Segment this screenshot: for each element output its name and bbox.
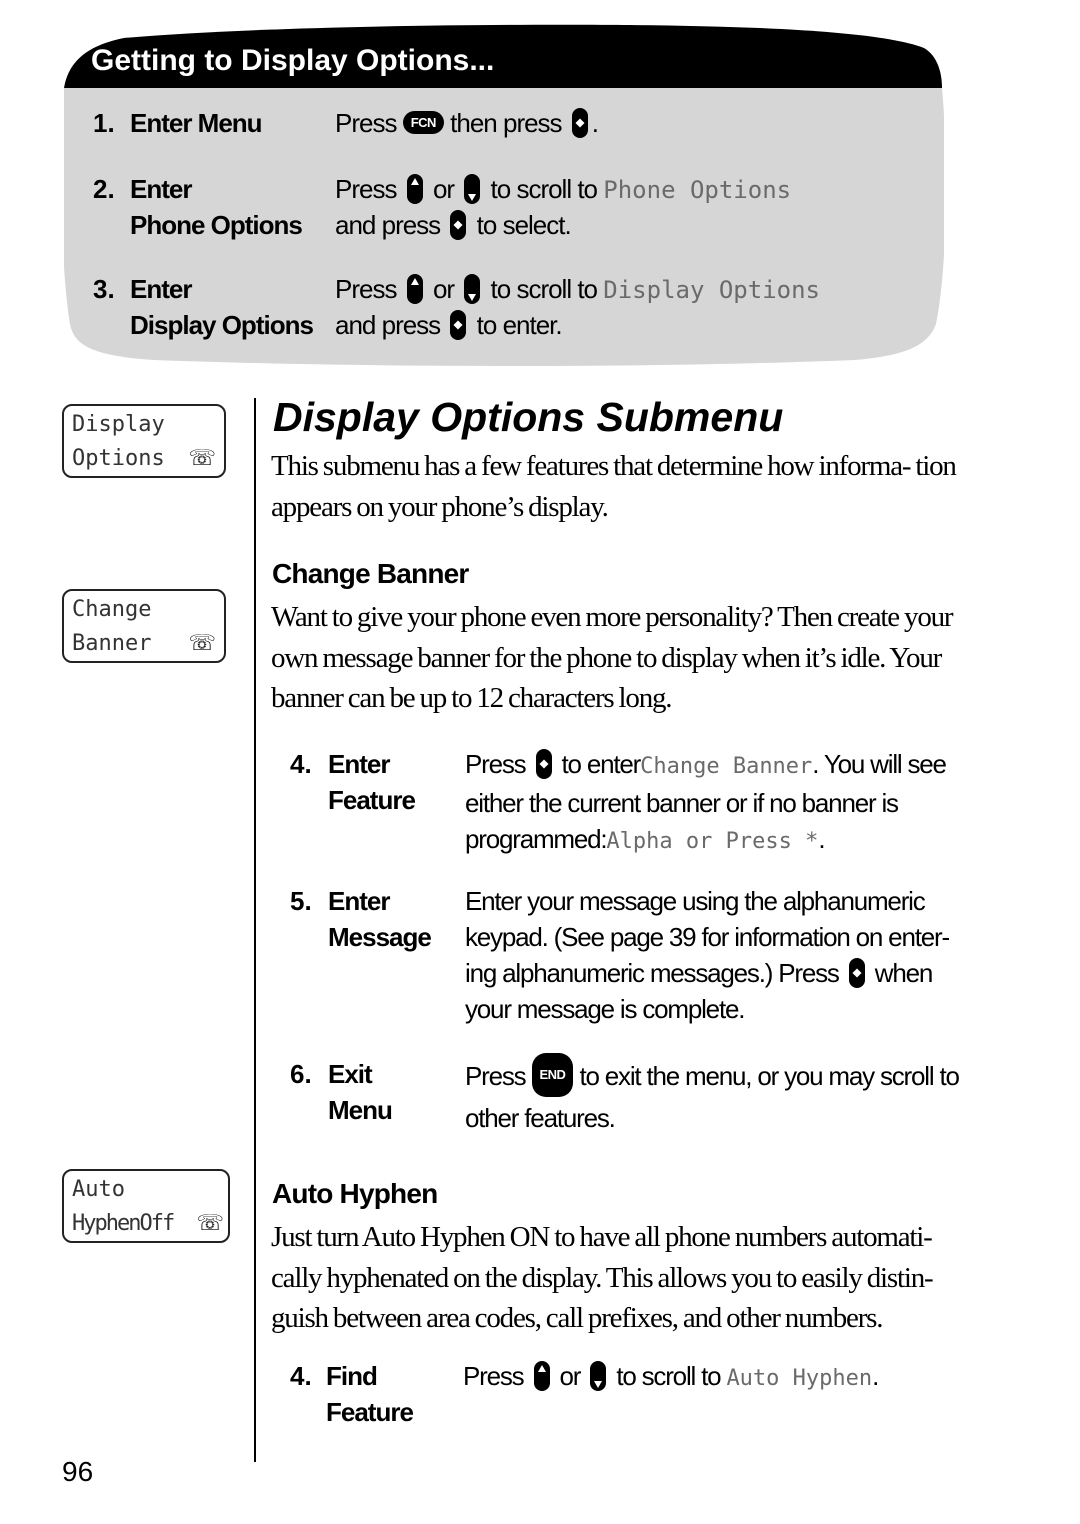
instruction-text: then press xyxy=(450,108,562,138)
instruction-text: . xyxy=(818,824,825,854)
instruction-text: Press xyxy=(335,108,397,138)
scroll-up-key-icon xyxy=(406,274,423,305)
step-number: 4. xyxy=(290,749,312,779)
lcd-display-display-options: Display Options ☏ xyxy=(62,404,226,478)
menu-key-icon xyxy=(571,108,588,139)
step-label: Enter xyxy=(328,886,390,916)
step-instruction-line2: and press to enter. xyxy=(335,310,563,342)
getting-to-title: Getting to Display Options... xyxy=(91,44,495,77)
getting-to-box: Getting to Display Options... 1. Enter M… xyxy=(64,24,944,366)
instruction-text: to scroll to xyxy=(490,174,598,204)
scroll-down-key-icon xyxy=(590,1361,607,1392)
instruction-text: and press xyxy=(335,310,441,340)
step-label: Enter Menu xyxy=(130,108,263,138)
page-title: Display Options Submenu xyxy=(273,394,784,440)
step-instruction: Press or to scroll to Phone Options xyxy=(335,174,791,206)
end-key-icon: END xyxy=(531,1053,574,1097)
instruction-text: Press xyxy=(465,749,527,779)
lcd-line-2: HyphenOff xyxy=(72,1211,175,1236)
lcd-line-1: Auto xyxy=(72,1177,125,1202)
scroll-up-key-icon xyxy=(533,1361,550,1392)
step-number: 5. xyxy=(290,886,312,916)
instruction-text: to select. xyxy=(476,210,572,240)
step-number: 6. xyxy=(290,1059,312,1089)
lcd-line-1: Display xyxy=(72,412,165,437)
step-label: Menu xyxy=(328,1095,393,1125)
instruction-text: . xyxy=(872,1361,879,1391)
step-label: Enter xyxy=(130,174,192,204)
step-label: Display Options xyxy=(130,310,314,340)
phone-icon: ☏ xyxy=(196,1210,224,1235)
lcd-line-1: Change xyxy=(72,597,152,622)
step-instruction: Press FCN then press . xyxy=(335,108,599,140)
instruction-text: to enter xyxy=(561,749,642,779)
step-number: 2. xyxy=(93,174,115,204)
change-banner-paragraph: Want to give your phone even more person… xyxy=(271,601,954,714)
instruction-text: or xyxy=(559,1361,582,1391)
menu-key-icon xyxy=(848,958,865,989)
vertical-divider xyxy=(254,398,256,1462)
menu-key-icon xyxy=(450,310,467,341)
instruction-text: or xyxy=(432,274,455,304)
lcd-text: Alpha or Press * xyxy=(606,829,819,854)
instruction-text: Press xyxy=(335,274,397,304)
lcd-line-2: Options xyxy=(72,446,165,471)
step-instruction: Press to enterChange Banner. You will se… xyxy=(465,746,965,860)
step-number: 1. xyxy=(93,108,115,138)
step-label: Feature xyxy=(328,785,416,815)
section-heading-change-banner: Change Banner xyxy=(272,558,469,589)
instruction-text: to scroll to xyxy=(490,274,598,304)
step-label: Enter xyxy=(130,274,192,304)
step-label: Find xyxy=(326,1361,378,1391)
instruction-text: and press xyxy=(335,210,441,240)
phone-icon: ☏ xyxy=(188,630,216,655)
scroll-up-key-icon xyxy=(406,174,423,205)
step-label: Enter xyxy=(328,749,390,779)
fcn-key-icon: FCN xyxy=(402,110,444,134)
menu-key-icon xyxy=(535,749,552,780)
step-instruction: Press or to scroll to Display Options xyxy=(335,274,820,306)
step-label: Message xyxy=(328,922,432,952)
instruction-text: or xyxy=(432,174,455,204)
step-label: Feature xyxy=(326,1397,414,1427)
step-instruction-line2: and press to select. xyxy=(335,210,572,242)
intro-paragraph: This submenu has a few features that det… xyxy=(271,450,957,523)
section-heading-auto-hyphen: Auto Hyphen xyxy=(272,1178,438,1209)
instruction-text: Press xyxy=(335,174,397,204)
phone-icon: ☏ xyxy=(188,445,216,470)
auto-hyphen-paragraph: Just turn Auto Hyphen ON to have all pho… xyxy=(271,1221,934,1334)
instruction-text: . xyxy=(591,108,599,138)
lcd-text: Phone Options xyxy=(603,176,792,204)
step-label: Exit xyxy=(328,1059,373,1089)
lcd-text: Change Banner xyxy=(640,754,813,779)
step-instruction: Press END to exit the menu, or you may s… xyxy=(465,1053,965,1136)
instruction-text: to enter. xyxy=(476,310,563,340)
step-number: 4. xyxy=(290,1361,312,1391)
lcd-display-change-banner: Change Banner ☏ xyxy=(62,589,226,663)
step-label: Phone Options xyxy=(130,210,303,240)
step-number: 3. xyxy=(93,274,115,304)
lcd-line-2: Banner xyxy=(72,631,152,656)
step-instruction: Press or to scroll to Auto Hyphen. xyxy=(463,1358,963,1397)
scroll-down-key-icon xyxy=(464,274,481,305)
instruction-text: Press xyxy=(465,1060,527,1091)
instruction-text: to scroll to xyxy=(616,1361,721,1391)
lcd-text: Display Options xyxy=(603,276,821,304)
step-instruction: Enter your message using the alphanumeri… xyxy=(465,883,965,1027)
page-number: 96 xyxy=(62,1456,94,1487)
instruction-text: Press xyxy=(463,1361,525,1391)
scroll-down-key-icon xyxy=(464,174,481,205)
lcd-text: Auto Hyphen xyxy=(726,1366,873,1391)
lcd-display-auto-hyphen: Auto HyphenOff ☏ xyxy=(62,1169,230,1243)
menu-key-icon xyxy=(450,210,467,241)
